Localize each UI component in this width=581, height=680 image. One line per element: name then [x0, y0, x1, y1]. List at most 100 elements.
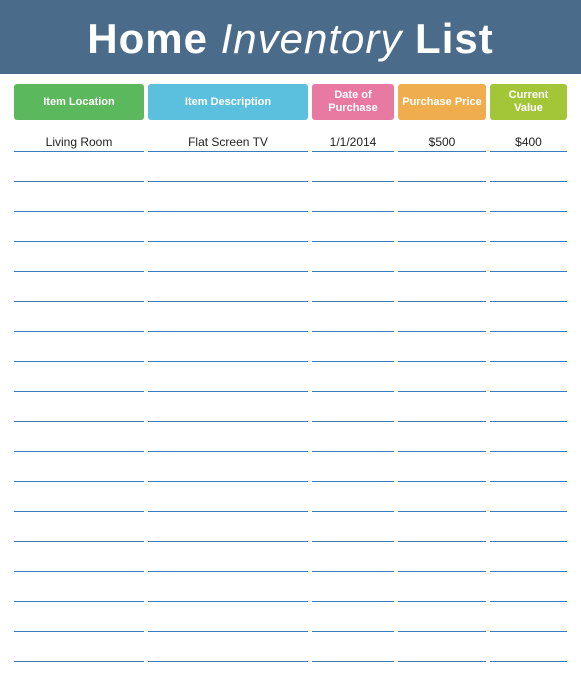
table-cell: [312, 576, 394, 602]
table-cell: [312, 426, 394, 452]
table-row: [14, 486, 567, 512]
table-cell: [490, 156, 567, 182]
table-row: [14, 396, 567, 422]
table-cell: [398, 186, 486, 212]
table-cell: [398, 336, 486, 362]
table-row: [14, 336, 567, 362]
table-cell: [312, 306, 394, 332]
table-row: [14, 516, 567, 542]
table-cell: [398, 156, 486, 182]
table-cell: [148, 606, 308, 632]
table-cell: [312, 156, 394, 182]
table-cell: [14, 606, 144, 632]
table-cell: [14, 306, 144, 332]
table-cell: [490, 516, 567, 542]
table-cell: [398, 366, 486, 392]
table-cell: [398, 606, 486, 632]
table-cell: [148, 276, 308, 302]
table-cell: [14, 426, 144, 452]
table-cell: [490, 396, 567, 422]
table-row: [14, 186, 567, 212]
table-cell: [312, 516, 394, 542]
table-cell: [490, 546, 567, 572]
table-cell: [148, 456, 308, 482]
table-cell: [312, 216, 394, 242]
page-container: Home Inventory List Item Location Item D…: [0, 0, 581, 680]
table-cell: [398, 396, 486, 422]
col-header-location: Item Location: [14, 84, 144, 120]
col-header-purchase-price: Purchase Price: [398, 84, 486, 120]
col-header-current-value: Current Value: [490, 84, 567, 120]
table-cell: [14, 246, 144, 272]
table-cell: [312, 246, 394, 272]
table-cell: [14, 546, 144, 572]
table-cell: [14, 396, 144, 422]
table-cell: [148, 486, 308, 512]
table-cell: [14, 456, 144, 482]
table-cell: [490, 366, 567, 392]
table-cell: [490, 576, 567, 602]
table-cell: [490, 606, 567, 632]
table-cell: [490, 336, 567, 362]
table-cell: [148, 546, 308, 572]
page-title: Home Inventory List: [20, 18, 561, 60]
table-cell: [398, 516, 486, 542]
table-cell: [398, 456, 486, 482]
table-cell: [398, 426, 486, 452]
table-cell: [14, 156, 144, 182]
page-header: Home Inventory List: [0, 0, 581, 74]
table-cell: [148, 186, 308, 212]
table-row: [14, 366, 567, 392]
table-cell: [398, 546, 486, 572]
table-cell: [148, 336, 308, 362]
table-cell: [312, 276, 394, 302]
table-cell: [490, 306, 567, 332]
table-cell: [312, 366, 394, 392]
table-cell: [312, 606, 394, 632]
table-row: [14, 576, 567, 602]
table-cell: [148, 156, 308, 182]
table-cell: [398, 636, 486, 662]
table-cell: [14, 186, 144, 212]
table-cell: [148, 396, 308, 422]
table-cell: Flat Screen TV: [148, 126, 308, 152]
table-cell: [14, 486, 144, 512]
table-row: [14, 156, 567, 182]
table-cell: [14, 576, 144, 602]
table-cell: [490, 426, 567, 452]
table-cell: [398, 486, 486, 512]
table-row: [14, 276, 567, 302]
table-cell: [14, 276, 144, 302]
table-row: [14, 456, 567, 482]
table-cell: [490, 216, 567, 242]
table-row: [14, 216, 567, 242]
col-header-description: Item Description: [148, 84, 308, 120]
table-cell: [148, 366, 308, 392]
table-cell: [398, 576, 486, 602]
table-cell: [312, 456, 394, 482]
table-row: [14, 426, 567, 452]
title-cursive: Inventory: [221, 15, 403, 62]
table-cell: [14, 516, 144, 542]
table-cell: [490, 276, 567, 302]
table-cell: $400: [490, 126, 567, 152]
table-cell: Living Room: [14, 126, 144, 152]
table-cell: 1/1/2014: [312, 126, 394, 152]
table-cell: [490, 186, 567, 212]
table-section: Item Location Item Description Date of P…: [0, 74, 581, 680]
data-rows: Living RoomFlat Screen TV1/1/2014$500$40…: [14, 126, 567, 666]
table-row: [14, 606, 567, 632]
table-cell: [14, 636, 144, 662]
table-row: [14, 636, 567, 662]
table-cell: [14, 336, 144, 362]
table-cell: [490, 456, 567, 482]
table-cell: [312, 336, 394, 362]
table-row: [14, 546, 567, 572]
table-cell: [148, 426, 308, 452]
table-cell: [312, 396, 394, 422]
table-cell: [148, 246, 308, 272]
table-cell: [148, 576, 308, 602]
table-cell: [398, 276, 486, 302]
table-cell: [398, 246, 486, 272]
table-row: [14, 246, 567, 272]
